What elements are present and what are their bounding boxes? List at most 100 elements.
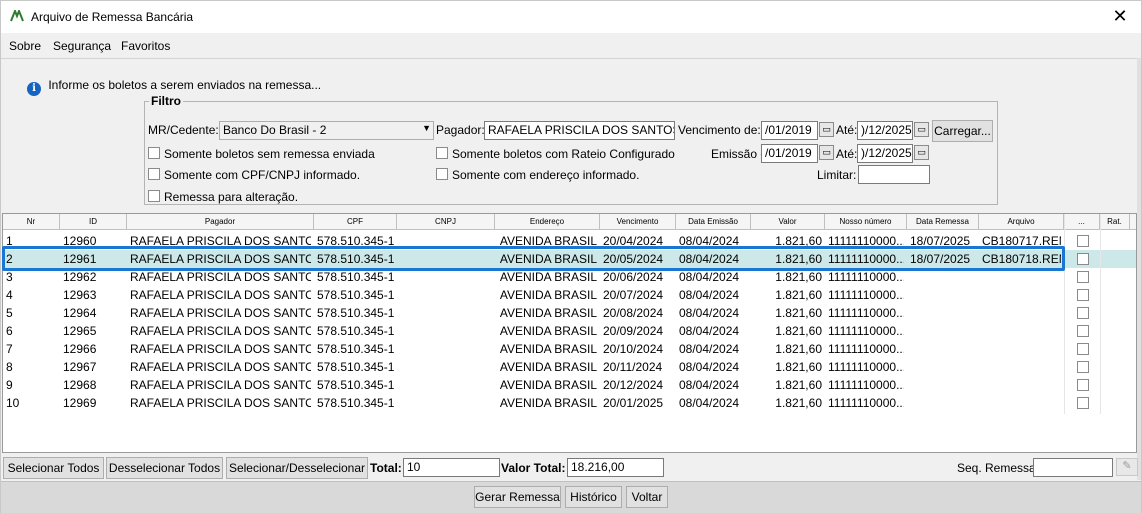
voltar-button[interactable]: Voltar — [626, 486, 668, 508]
column-header[interactable]: CPF — [314, 214, 397, 230]
selecionar-todos-button[interactable]: Selecionar Todos — [3, 457, 104, 479]
row-checkbox[interactable] — [1077, 343, 1089, 355]
table-cell: 578.510.345-15 — [317, 360, 394, 374]
table-row[interactable]: 7 12966 RAFAELA PRISCILA DOS SANTOS 578.510… — [3, 340, 1136, 358]
row-checkbox[interactable] — [1077, 361, 1089, 373]
column-divider — [1100, 214, 1101, 414]
table-cell: 1.821,60 — [775, 378, 822, 392]
mr-cedente-select[interactable]: Banco Do Brasil - 2 ▼ — [219, 121, 434, 140]
total-label: Total: — [370, 461, 402, 475]
table-cell: RAFAELA PRISCILA DOS SANTOS — [130, 234, 311, 248]
table-cell: 1.821,60 — [775, 396, 822, 410]
table-row[interactable]: 10 12969 RAFAELA PRISCILA DOS SANTOS 578.51… — [3, 394, 1136, 412]
column-header[interactable]: Nosso número — [825, 214, 907, 230]
valor-total-label: Valor Total: — [501, 461, 566, 475]
column-header[interactable]: Data Remessa — [907, 214, 979, 230]
row-checkbox[interactable] — [1077, 397, 1089, 409]
row-checkbox[interactable] — [1077, 289, 1089, 301]
info-icon: i — [27, 82, 41, 96]
boletos-table[interactable]: Nr ID Pagador CPF CNPJ Endereço Vencimento Data… — [2, 213, 1137, 453]
selecionar-desselecionar-button[interactable]: Selecionar/Desselecionar — [226, 457, 368, 479]
table-row[interactable]: 1 12960 RAFAELA PRISCILA DOS SANTOS 578.510… — [3, 232, 1136, 250]
table-row[interactable]: 8 12967 RAFAELA PRISCILA DOS SANTOS 578.510… — [3, 358, 1136, 376]
desselecionar-todos-button[interactable]: Desselecionar Todos — [106, 457, 223, 479]
column-header[interactable]: Nr — [3, 214, 60, 230]
table-row[interactable]: 9 12968 RAFAELA PRISCILA DOS SANTOS 578.510… — [3, 376, 1136, 394]
table-row[interactable]: 3 12962 RAFAELA PRISCILA DOS SANTOS 578.510… — [3, 268, 1136, 286]
column-header[interactable]: CNPJ — [397, 214, 495, 230]
carregar-button[interactable]: Carregar... — [932, 120, 993, 142]
close-button[interactable]: ✕ — [1107, 4, 1133, 28]
column-header[interactable]: ... — [1064, 214, 1100, 230]
calendar-icon[interactable]: ▭ — [819, 145, 834, 160]
table-row[interactable]: 2 12961 RAFAELA PRISCILA DOS SANTOS 578.510… — [3, 250, 1136, 268]
row-checkbox[interactable] — [1077, 235, 1089, 247]
pencil-icon[interactable]: ✎ — [1116, 458, 1138, 476]
vencimento-de-input[interactable]: /01/2019 — [761, 121, 818, 140]
row-checkbox[interactable] — [1077, 253, 1089, 265]
endereco-checkbox[interactable] — [436, 168, 448, 180]
table-cell: 1.821,60 — [775, 324, 822, 338]
menu-seguranca[interactable]: Segurança — [53, 39, 111, 53]
table-cell: 11111110000... — [828, 234, 904, 248]
alteracao-checkbox[interactable] — [148, 190, 160, 202]
calendar-icon[interactable]: ▭ — [819, 122, 834, 137]
table-cell: RAFAELA PRISCILA DOS SANTOS — [130, 252, 311, 266]
column-header[interactable]: Endereço — [495, 214, 600, 230]
rateio-checkbox[interactable] — [436, 147, 448, 159]
vencimento-ate-input[interactable]: )/12/2025 — [857, 121, 913, 140]
window-scrollbar[interactable] — [1137, 58, 1141, 480]
table-cell: AVENIDA BRASIL — [499, 252, 597, 266]
row-checkbox[interactable] — [1077, 325, 1089, 337]
seq-remessa-input[interactable] — [1033, 458, 1113, 477]
cpf-checkbox[interactable] — [148, 168, 160, 180]
alteracao-label: Remessa para alteração. — [164, 190, 299, 204]
table-cell: RAFAELA PRISCILA DOS SANTOS — [130, 306, 311, 320]
table-cell: 08/04/2024 — [679, 360, 740, 374]
title-bar: Arquivo de Remessa Bancária ✕ — [1, 1, 1141, 33]
calendar-icon[interactable]: ▭ — [914, 122, 929, 137]
table-cell: CB180717.REM — [982, 234, 1061, 248]
table-cell: 11111110000... — [828, 252, 904, 266]
column-header[interactable]: Valor — [751, 214, 825, 230]
column-header[interactable]: Vencimento — [600, 214, 676, 230]
table-cell: 11111110000... — [828, 378, 904, 392]
table-cell: 18/07/2025 — [910, 234, 971, 248]
table-cell: 12961 — [63, 252, 97, 266]
table-cell: 578.510.345-15 — [317, 288, 394, 302]
table-cell: 1.821,60 — [775, 342, 822, 356]
column-header[interactable]: Data Emissão — [676, 214, 751, 230]
calendar-icon[interactable]: ▭ — [914, 145, 929, 160]
total-field: 10 — [403, 458, 500, 477]
menu-favoritos[interactable]: Favoritos — [121, 39, 170, 53]
mr-cedente-label: MR/Cedente: — [148, 123, 219, 137]
column-header[interactable]: ID — [60, 214, 127, 230]
emissao-de-input[interactable]: /01/2019 — [761, 144, 818, 163]
gerar-remessa-button[interactable]: Gerar Remessa — [474, 486, 561, 508]
emissao-ate-input[interactable]: )/12/2025 — [857, 144, 913, 163]
valor-total-field: 18.216,00 — [567, 458, 664, 477]
row-checkbox[interactable] — [1077, 379, 1089, 391]
table-row[interactable]: 4 12963 RAFAELA PRISCILA DOS SANTOS 578.510… — [3, 286, 1136, 304]
table-cell: 578.510.345-15 — [317, 342, 394, 356]
pagador-input[interactable]: RAFAELA PRISCILA DOS SANTOS — [484, 121, 675, 140]
table-cell: 1.821,60 — [775, 360, 822, 374]
row-checkbox[interactable] — [1077, 271, 1089, 283]
table-cell: RAFAELA PRISCILA DOS SANTOS — [130, 342, 311, 356]
row-checkbox[interactable] — [1077, 307, 1089, 319]
column-header[interactable]: Pagador — [127, 214, 314, 230]
table-row[interactable]: 6 12965 RAFAELA PRISCILA DOS SANTOS 578.510… — [3, 322, 1136, 340]
table-header: Nr ID Pagador CPF CNPJ Endereço Vencimento Data… — [3, 214, 1136, 230]
sem-remessa-checkbox[interactable] — [148, 147, 160, 159]
menu-sobre[interactable]: Sobre — [9, 39, 41, 53]
historico-button[interactable]: Histórico — [565, 486, 622, 508]
column-header[interactable]: Arquivo — [979, 214, 1064, 230]
limitar-input[interactable] — [858, 165, 930, 184]
table-row[interactable]: 5 12964 RAFAELA PRISCILA DOS SANTOS 578.510… — [3, 304, 1136, 322]
column-header[interactable]: Rat. — [1100, 214, 1130, 230]
table-cell: 20/11/2024 — [603, 360, 663, 374]
mr-cedente-value: Banco Do Brasil - 2 — [223, 123, 327, 137]
vencimento-ate-label: Até: — [836, 123, 858, 137]
table-cell: 7 — [6, 342, 13, 356]
sem-remessa-label: Somente boletos sem remessa enviada — [164, 147, 375, 161]
